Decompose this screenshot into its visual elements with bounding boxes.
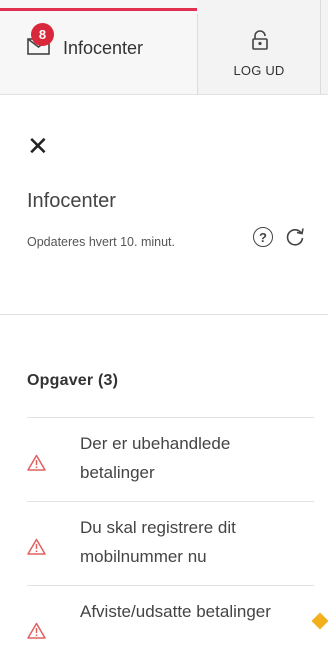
task-text: Der er ubehandlede betalinger [80,434,231,482]
tab-infocenter[interactable]: 8 Infocenter [0,0,197,94]
task-item[interactable]: Der er ubehandlede betalinger [27,417,314,501]
task-item[interactable]: Afviste/udsatte betalinger [27,585,314,669]
panel-subtitle: Opdateres hvert 10. minut. [27,235,175,249]
tab-infocenter-label: Infocenter [63,38,144,58]
tasks-heading: Opgaver (3) [27,372,119,389]
tasks-list: Der er ubehandlede betalinger Du skal re… [27,417,314,669]
warning-icon [27,622,46,639]
help-icon[interactable]: ? [253,227,273,247]
task-item[interactable]: Du skal registrere dit mobilnummer nu [27,501,314,585]
task-text: Du skal registrere dit mobilnummer nu [80,518,236,566]
warning-icon [27,538,46,555]
tab-logout[interactable]: LOG UD [198,0,320,94]
lock-icon [252,30,268,50]
tab-logout-label: LOG UD [233,63,285,78]
close-icon[interactable]: ✕ [27,133,49,159]
warning-icon [27,454,46,471]
top-navigation: 8 Infocenter LOG UD [0,0,328,95]
refresh-icon[interactable] [284,226,306,248]
active-tab-indicator [0,8,197,11]
notification-badge: 8 [31,23,54,46]
task-text: Afviste/udsatte betalinger [80,602,271,621]
tab-edge [320,0,321,94]
section-divider [0,314,328,315]
panel-title: Infocenter [27,190,116,212]
